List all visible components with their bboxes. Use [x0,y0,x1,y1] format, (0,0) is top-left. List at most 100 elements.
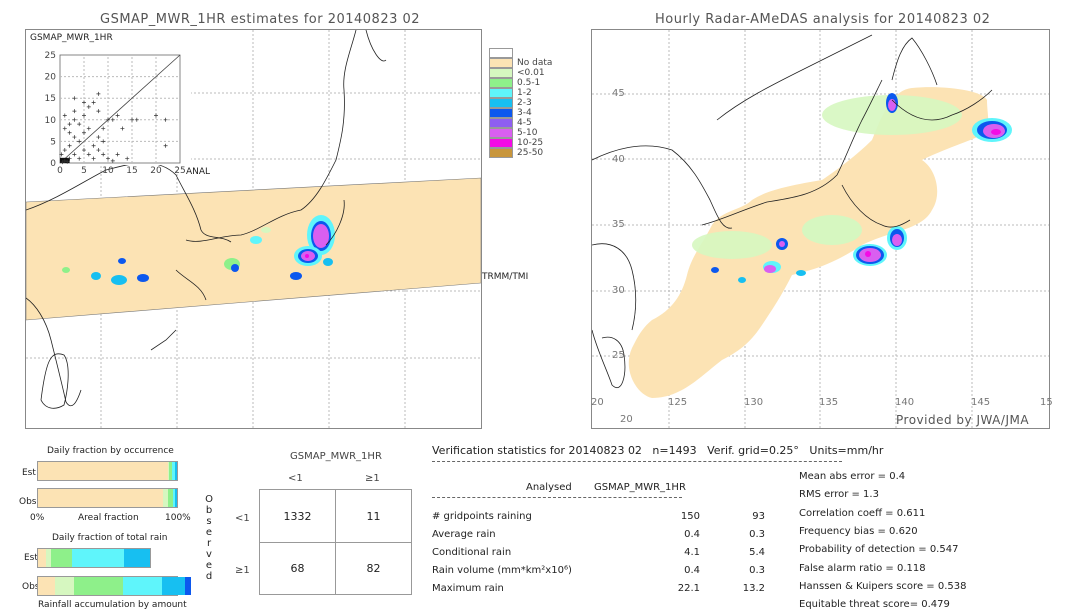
scatter-point [101,139,106,144]
fraction-segment [161,577,186,595]
stat-gsmap-value: 93 [752,511,765,522]
scatter-point [77,122,82,127]
observed-letter: s [206,516,212,527]
scatter-point [115,152,120,157]
lon-tick-label: 135 [819,397,839,408]
fraction-segment [38,462,169,480]
scatter-inset: GSMAP_MWR_1HR 0 5 10 15 20 25 0 5 10 15 20 25 [26,30,191,176]
left-panel-title: GSMAP_MWR_1HR estimates for 20140823 02 [100,12,421,27]
observed-axis-label: Observed [204,494,214,582]
score-item: Equitable threat score= 0.479 [799,599,950,611]
occurrence-est-label: Est [22,468,36,478]
total-rain-title: Daily fraction of total rain [52,533,168,543]
scatter-diagonal [59,54,181,164]
right-map [592,30,1049,428]
scatter-point [163,117,168,122]
stat-gsmap-value: 13.2 [742,583,765,594]
scatter-point [77,139,82,144]
scatter-point [72,152,77,157]
satellite-swath [26,177,481,321]
stat-analysed-value: 4.1 [684,547,700,558]
fraction-segment [122,577,162,595]
legend-label: 0.5-1 [517,78,541,88]
score-item: Hanssen & Kuipers score = 0.538 [799,580,967,592]
scatter-point [62,113,67,118]
scatter-point [72,117,77,122]
contingency-row-lt1: <1 [235,513,250,524]
fraction-segment [54,577,75,595]
total-rain-est-label: Est [24,553,38,563]
right-panel-title: Hourly Radar-AMeDAS analysis for 2014082… [655,12,991,27]
scatter-point [67,143,72,148]
data-credit: Provided by JWA/JMA [896,413,1030,427]
scatter-y-tick: 10 [45,116,57,126]
scatter-point [91,100,96,105]
legend-label: No data [517,58,553,68]
scatter-y-tick: 20 [45,73,57,83]
scatter-point [115,113,120,118]
score-item: RMS error = 1.3 [799,489,879,501]
scatter-point [106,156,110,161]
scatter-point [82,100,86,105]
legend-swatch [489,138,513,148]
col-analysed: Analysed [526,482,572,493]
legend-swatch [489,68,513,78]
lat-tick-label: 20 [620,414,633,425]
fraction-segment [174,462,177,480]
scatter-point [62,126,67,131]
scatter-point [154,113,158,118]
stat-label: Average rain [432,529,496,540]
observed-letter: r [206,538,212,549]
stat-analysed-value: 22.1 [677,583,700,594]
lat-tick-label: 30 [612,285,625,296]
lon-tick-label: 140 [895,397,915,408]
occurrence-obs-label: Obs [19,497,37,507]
lon-tick-label: 20 [591,397,604,408]
occurrence-axis-mid: Areal fraction [78,513,139,523]
occurrence-title: Daily fraction by occurrence [47,446,174,456]
total-rain-est-bar [37,548,151,568]
scatter-point [110,158,115,163]
stat-gsmap-value: 5.4 [749,547,765,558]
score-item: False alarm ratio = 0.118 [799,562,926,574]
scatter-point [96,148,101,153]
score-item: Frequency bias = 0.620 [799,525,918,537]
scatter-point [163,143,168,148]
scatter-x-label: ANAL [186,167,211,177]
scatter-point [72,96,77,101]
score-item: Correlation coeff = 0.611 [799,507,926,519]
scatter-point [82,148,86,153]
occurrence-est-bar [37,461,178,481]
legend-label: 25-50 [517,148,544,158]
lon-tick-label: 125 [668,397,688,408]
legend-swatch [489,58,513,68]
lon-tick-label: 130 [744,397,764,408]
contingency-col-ge1: ≥1 [365,473,380,484]
contingency-col-lt1: <1 [288,473,303,484]
stat-label: Rain volume (mm*km²x10⁶) [432,565,572,576]
scatter-point [125,156,130,161]
scatter-point [67,122,72,127]
lon-tick-label: 15 [1040,397,1053,408]
fraction-segment [51,549,72,567]
lon-tick-label: 145 [971,397,991,408]
scatter-point [91,156,96,161]
scatter-point [120,126,125,131]
observed-letter: e [205,527,213,538]
legend-label: 1-2 [517,88,532,98]
fraction-segment [38,489,164,507]
scatter-point [82,130,86,135]
occurrence-obs-bar [37,488,178,508]
left-map-frame: GSMAP_MWR_1HR 0 5 10 15 20 25 0 5 10 15 20 25 ANAL [25,29,482,429]
fraction-segment [71,549,125,567]
fraction-segment [185,577,191,595]
color-legend: No data <0.01 0.5-1 1-2 2-3 3-4 4-5 5-10 10-25 25… [489,48,569,178]
stat-analysed-value: 150 [680,511,700,522]
contingency-header: GSMAP_MWR_1HR [290,451,382,462]
verification-header: Verification statistics for 20140823 02 … [432,444,884,457]
contingency-table: 1332 11 68 82 [259,489,412,595]
occurrence-axis-right: 100% [165,513,191,523]
legend-label: 3-4 [517,108,532,118]
legend-swatch [489,128,513,138]
scatter-x-tick: 10 [102,166,114,176]
